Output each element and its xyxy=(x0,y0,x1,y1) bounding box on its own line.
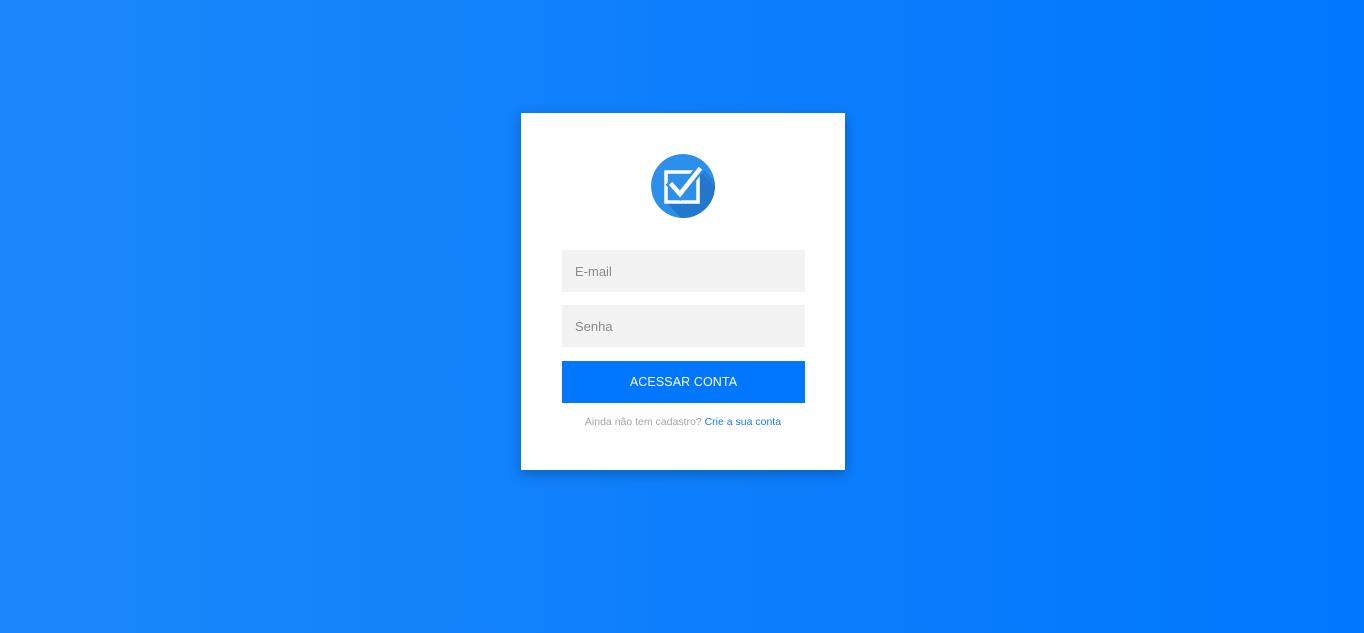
create-account-link[interactable]: Crie a sua conta xyxy=(705,416,781,428)
login-card: ACESSAR CONTA Ainda não tem cadastro? Cr… xyxy=(521,113,845,470)
password-input[interactable] xyxy=(562,305,805,347)
app-logo xyxy=(651,154,715,218)
checkbox-check-icon xyxy=(651,154,715,218)
signup-text: Ainda não tem cadastro? xyxy=(584,416,702,428)
signup-prompt: Ainda não tem cadastro? Crie a sua conta xyxy=(521,416,845,428)
email-input[interactable] xyxy=(562,250,805,292)
login-button[interactable]: ACESSAR CONTA xyxy=(562,361,805,403)
